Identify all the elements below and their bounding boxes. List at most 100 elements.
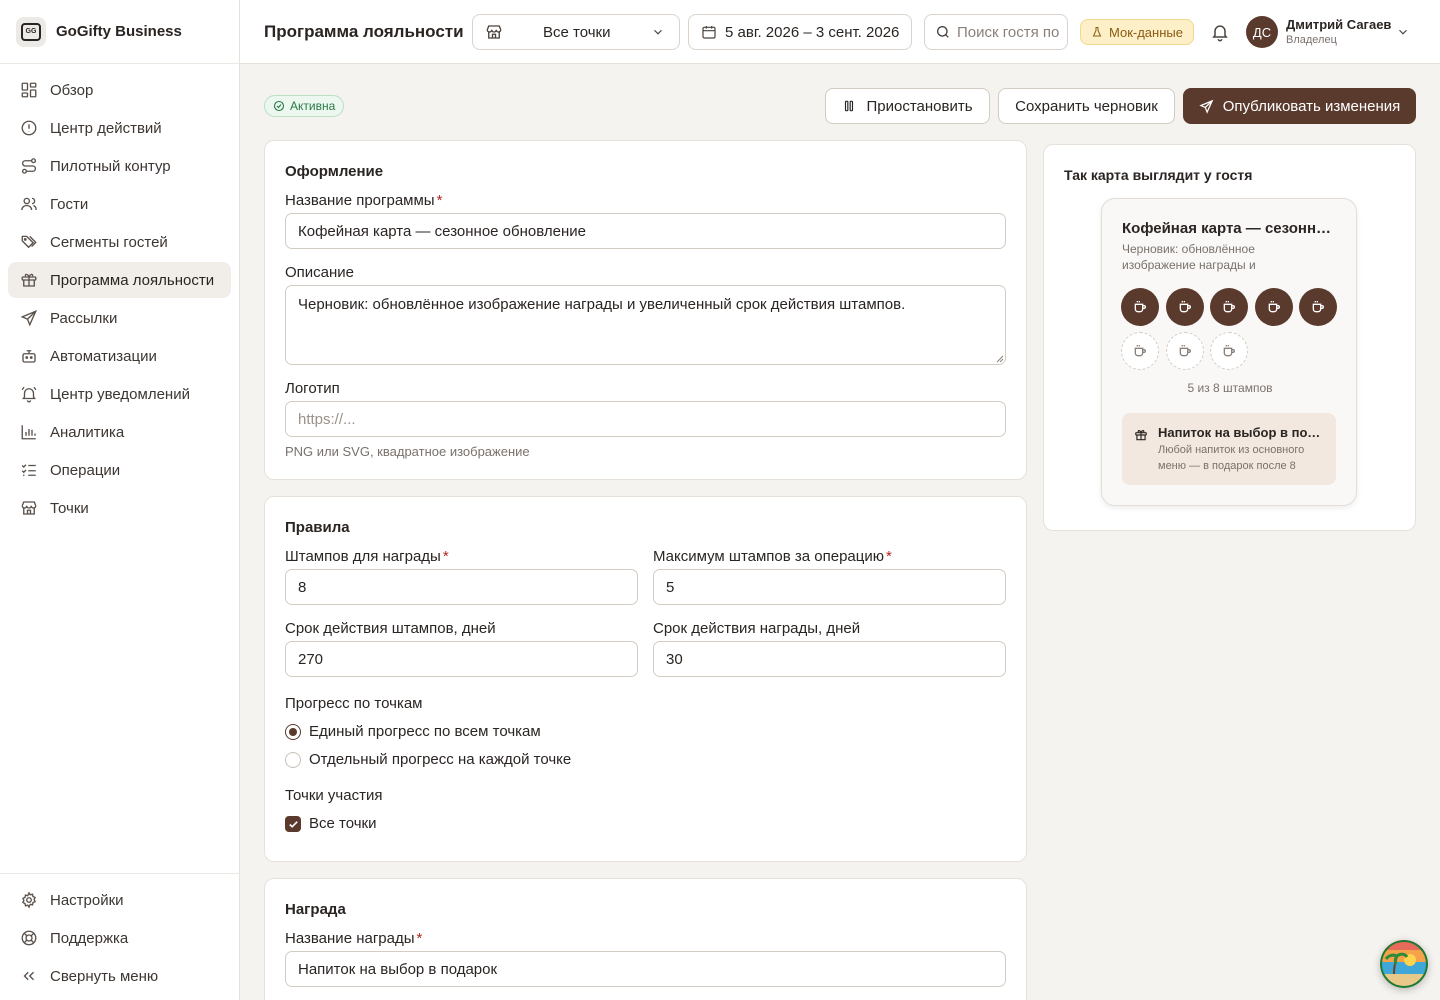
- mock-data-badge: Мок-данные: [1080, 19, 1194, 45]
- stamps-for-reward-label: Штампов для награды *: [285, 548, 449, 565]
- location-select[interactable]: Все точки: [472, 14, 680, 50]
- reward-preview-title: Напиток на выбор в подарок: [1158, 425, 1322, 440]
- send-icon: [20, 309, 38, 327]
- sidebar-item-loyalty[interactable]: Программа лояльности: [8, 262, 231, 298]
- stamps-for-reward-input[interactable]: 8: [285, 569, 638, 605]
- sidebar-item-settings[interactable]: Настройки: [8, 882, 232, 918]
- grid-icon: [21, 82, 37, 98]
- coffee-cup-icon: [1223, 301, 1235, 313]
- floating-assistant-button[interactable]: [1380, 940, 1428, 988]
- reward-validity-input[interactable]: 30: [653, 641, 1006, 677]
- lifebuoy-icon: [21, 930, 37, 946]
- card-description: Черновик: обновлённое изображение наград…: [1122, 242, 1256, 272]
- chevrons-left-icon: [23, 971, 34, 981]
- coffee-cup-icon: [1312, 301, 1324, 313]
- search-input[interactable]: Поиск гостя по: [957, 24, 1059, 41]
- user-role: Владелец: [1286, 34, 1337, 46]
- sidebar-nav: Обзор Центр действий Пилотный контур Гос…: [0, 64, 239, 536]
- location-select-value: Все точки: [543, 23, 611, 41]
- radio-label[interactable]: Единый прогресс по всем точкам: [309, 723, 541, 740]
- publish-button[interactable]: Опубликовать изменения: [1183, 88, 1416, 124]
- save-draft-button[interactable]: Сохранить черновик: [998, 88, 1175, 124]
- required-mark: *: [436, 192, 443, 209]
- sidebar-item-label: Центр действий: [50, 119, 162, 137]
- locations-label: Точки участия: [285, 787, 383, 804]
- date-range-picker[interactable]: 5 авг. 2026 – 3 сент. 2026: [688, 14, 912, 50]
- sidebar-item-notifications[interactable]: Центр уведомлений: [8, 376, 231, 412]
- list-checks-icon: [21, 464, 36, 476]
- page-title: Программа лояльности: [264, 22, 464, 41]
- guest-search[interactable]: Поиск гостя по: [924, 14, 1068, 50]
- reward-name-input[interactable]: Напиток на выбор в подарок: [285, 951, 1006, 987]
- max-stamps-input[interactable]: 5: [653, 569, 1006, 605]
- sidebar: GG GoGifty Business Обзор Центр действий…: [0, 0, 240, 1000]
- check-circle-icon: [273, 100, 285, 112]
- chevron-down-icon[interactable]: [1396, 25, 1410, 39]
- logo-label: Логотип: [285, 380, 340, 397]
- design-card: Оформление Название программы * Кофейная …: [264, 140, 1027, 480]
- radio-shared-progress[interactable]: [285, 724, 301, 740]
- required-mark: *: [442, 548, 449, 565]
- sidebar-item-support[interactable]: Поддержка: [8, 920, 232, 956]
- radio-label[interactable]: Отдельный прогресс на каждой точке: [309, 751, 571, 768]
- sidebar-item-pilot[interactable]: Пилотный контур: [8, 148, 231, 184]
- required-mark: *: [886, 548, 892, 565]
- check-icon: [288, 820, 298, 828]
- coffee-stamp: [1210, 288, 1248, 326]
- logo-url-input[interactable]: https://...: [285, 401, 1006, 437]
- sidebar-item-label: Программа лояльности: [50, 271, 215, 289]
- sidebar-item-label: Центр уведомлений: [50, 385, 190, 403]
- reward-card: Награда Название награды * Напиток на выб…: [264, 878, 1027, 1000]
- alert-circle-icon: [21, 120, 37, 136]
- sidebar-item-automations[interactable]: Автоматизации: [8, 338, 231, 374]
- all-locations-checkbox[interactable]: [285, 816, 301, 832]
- sidebar-item-label: Сегменты гостей: [50, 233, 168, 251]
- sidebar-item-label: Обзор: [50, 81, 94, 99]
- coffee-stamp: [1121, 332, 1159, 370]
- description-textarea[interactable]: Черновик: обновлённое изображение наград…: [285, 285, 1006, 365]
- sidebar-item-mailings[interactable]: Рассылки: [8, 300, 231, 336]
- sidebar-item-analytics[interactable]: Аналитика: [8, 414, 231, 450]
- sidebar-item-label: Рассылки: [50, 309, 118, 327]
- resize-handle-icon[interactable]: [996, 355, 1004, 363]
- bell-ring-icon: [21, 386, 37, 403]
- sidebar-item-segments[interactable]: Сегменты гостей: [8, 224, 231, 260]
- rules-card: Правила Штампов для награды * 8 Максимум …: [264, 496, 1027, 862]
- loyalty-card-preview: Кофейная карта — сезонное обновление Чер…: [1101, 198, 1357, 506]
- sidebar-item-locations[interactable]: Точки: [8, 490, 231, 526]
- reward-validity-label: Срок действия награды, дней: [653, 620, 861, 637]
- brand[interactable]: GG GoGifty Business: [0, 0, 239, 64]
- logo-help-text: PNG или SVG, квадратное изображение: [285, 444, 530, 459]
- send-icon: [1198, 99, 1214, 114]
- checkbox-label[interactable]: Все точки: [309, 815, 377, 832]
- sidebar-item-overview[interactable]: Обзор: [8, 72, 231, 108]
- bell-icon[interactable]: [1210, 22, 1230, 42]
- date-range-value: 5 авг. 2026 – 3 сент. 2026: [725, 23, 900, 41]
- progress-label: Прогресс по точкам: [285, 695, 423, 712]
- collapse-menu-button[interactable]: Свернуть меню: [8, 958, 232, 994]
- gift-icon: [1135, 430, 1147, 441]
- tags-icon: [21, 235, 37, 249]
- avatar[interactable]: ДС: [1246, 16, 1278, 48]
- sidebar-item-guests[interactable]: Гости: [8, 186, 231, 222]
- max-stamps-label: Максимум штампов за операцию *: [653, 548, 892, 565]
- stamp-validity-label: Срок действия штампов, дней: [285, 620, 496, 637]
- coffee-stamp: [1165, 332, 1204, 370]
- radio-separate-progress[interactable]: [285, 752, 301, 768]
- sidebar-item-label: Свернуть меню: [50, 967, 159, 985]
- section-title: Правила: [285, 519, 350, 536]
- program-name-input[interactable]: Кофейная карта — сезонное обновление: [285, 213, 1006, 249]
- stamp-validity-input[interactable]: 270: [285, 641, 638, 677]
- stamp-progress-text: 5 из 8 штампов: [1187, 381, 1273, 395]
- required-mark: *: [416, 930, 423, 947]
- flask-icon: [1092, 27, 1102, 37]
- sidebar-item-label: Поддержка: [50, 929, 129, 947]
- sidebar-item-label: Аналитика: [50, 423, 125, 441]
- sidebar-item-label: Гости: [50, 195, 89, 213]
- pause-button[interactable]: Приостановить: [825, 88, 990, 124]
- gear-icon: [22, 891, 36, 909]
- sidebar-item-action-center[interactable]: Центр действий: [8, 110, 231, 146]
- status-badge: Активна: [264, 95, 345, 117]
- sidebar-item-operations[interactable]: Операции: [8, 452, 231, 488]
- coffee-cup-icon: [1268, 301, 1280, 313]
